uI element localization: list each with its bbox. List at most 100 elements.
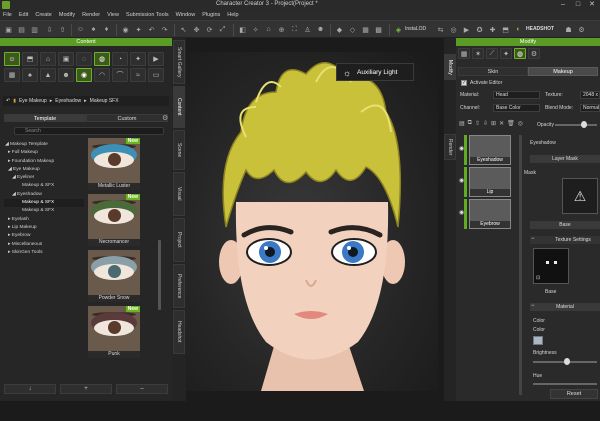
grid-icon[interactable]: ▦ [360,24,371,35]
layer-lock-icon[interactable]: ◎ [518,120,523,130]
clothing-icon[interactable]: ♦ [101,24,112,35]
category-eyelash-icon[interactable]: ≈ [130,68,146,82]
tab-makeup[interactable]: Makeup [528,67,598,76]
layer-eyebrow[interactable]: Eyebrow [469,199,511,229]
menu-edit[interactable]: Edit [19,12,28,18]
side-tab-modify[interactable]: Modify [444,54,456,80]
physics-icon[interactable]: ⚙ [528,48,540,59]
category-motion-icon[interactable]: ▶ [148,52,164,66]
menu-create[interactable]: Create [35,12,52,18]
category-misc-icon[interactable]: ▭ [148,68,164,82]
material-icon[interactable]: ◍ [514,48,526,59]
menu-file[interactable]: File [3,12,12,18]
attributes-icon[interactable]: ▦ [458,48,470,59]
layer-down-icon[interactable]: ⇩ [483,120,488,130]
light-icon[interactable]: ✧ [250,24,261,35]
morph-icon[interactable]: ◉ [120,24,131,35]
category-scene-icon[interactable]: ⬒ [22,52,38,66]
category-hair-icon[interactable]: ♠ [22,68,38,82]
undo-icon[interactable]: ↶ [146,24,157,35]
save-icon[interactable]: ▥ [29,24,40,35]
thumbnail-punk[interactable]: New Punk [88,306,140,358]
tree-item[interactable]: ◢ Makeup Template [4,141,84,149]
modify-scrollbar[interactable] [519,135,522,395]
tree-item[interactable]: ▸ Eyelash [4,216,84,224]
layer-mask-header[interactable]: Layer Mask [530,155,600,163]
tree-item[interactable]: ◢ Eyeliner [4,174,84,182]
category-grid-icon[interactable]: ▦ [4,68,20,82]
animation-icon[interactable]: ▶ [461,24,472,35]
tree-item-selected[interactable]: Makeup & SFX [4,199,84,208]
thumbnail-necromancer[interactable]: New Necromancer [88,194,140,246]
iclone-icon[interactable]: ✪ [474,24,485,35]
base-texture-slot[interactable]: ⊡ [533,248,569,284]
side-tab-smart-gallery[interactable]: Smart Gallery [173,40,185,84]
category-template-icon[interactable]: ▣ [58,52,74,66]
tab-template[interactable]: Template [4,114,86,122]
thumbnail-metallic-luster[interactable]: New Metallic Luster [88,138,140,190]
category-shoes-icon[interactable]: ▲ [40,68,56,82]
tree-item[interactable]: Makeup & SFX [4,207,84,215]
side-tab-headshot[interactable]: Headshot [173,310,185,354]
body-icon[interactable]: ♙ [302,24,313,35]
tree-item[interactable]: Makeup & SFX [4,182,84,190]
breadcrumb-back-icon[interactable]: ↶ [6,98,10,104]
scale-icon[interactable]: ⤢ [217,24,228,35]
rotate-icon[interactable]: ⟳ [204,24,215,35]
panel-settings-icon[interactable]: ⚙ [162,114,170,122]
category-makeup-icon[interactable]: ◍ [94,52,110,66]
category-lip-icon[interactable]: ◠ [94,68,110,82]
headshot-label[interactable]: HEADSHOT [526,26,554,32]
minimize-button[interactable]: – [556,0,570,10]
collapse-icon[interactable]: − [531,236,535,242]
breadcrumb-item-eye-makeup[interactable]: Eye Makeup [19,98,47,104]
menu-window[interactable]: Window [176,12,196,18]
thumbnail-scrollbar[interactable] [158,240,161,310]
3d-viewport[interactable] [186,52,438,391]
color-swatch[interactable] [533,336,543,345]
category-pose-icon[interactable]: ✦ [130,52,146,66]
tree-item[interactable]: ▸ Full Makeup [4,149,84,157]
face-icon[interactable]: ☻ [315,24,326,35]
menu-help[interactable]: Help [227,12,238,18]
menu-submission-tools[interactable]: Submission Tools [126,12,169,18]
home-icon[interactable]: ⌂ [263,24,274,35]
motion-icon[interactable]: ✶ [472,48,484,59]
breadcrumb-item-makeup-sfx[interactable]: Makeup SFX [90,98,119,104]
category-eye-makeup-icon[interactable]: ◉ [76,68,92,82]
base-header[interactable]: Base [530,221,600,229]
camera-icon[interactable]: ◧ [237,24,248,35]
move-icon[interactable]: ✥ [191,24,202,35]
layer-visible-icon[interactable]: ◉ [459,209,464,216]
tab-custom[interactable]: Custom [86,114,168,122]
layer-clear-icon[interactable]: ✕ [499,120,504,130]
morph-slider-icon[interactable]: ⟋ [486,48,498,59]
import-icon[interactable]: ⇩ [44,24,55,35]
select-icon[interactable]: ↖ [178,24,189,35]
wire-icon[interactable]: ▩ [373,24,384,35]
layer-lip[interactable]: Lip [469,167,511,197]
remove-button[interactable]: – [116,384,168,394]
pose-edit-icon[interactable]: ✦ [500,48,512,59]
layer-copy-icon[interactable]: ⧉ [468,120,472,130]
texture-select[interactable]: 2048 x [580,91,600,99]
material-select[interactable]: Head [493,91,540,99]
category-skin-icon[interactable]: ◌ [76,52,92,66]
side-tab-scene[interactable]: Scene [173,130,185,170]
layer-add-icon[interactable]: ▤ [459,120,465,130]
instalod-label[interactable]: InstaLOD [405,26,426,32]
opacity-slider-handle[interactable] [581,121,587,128]
brightness-slider-handle[interactable] [564,358,570,365]
tree-item[interactable]: ▸ Foundation Makeup [4,158,84,166]
channel-select[interactable]: Base Color [493,104,540,112]
instalod-icon[interactable]: ◈ [393,24,404,35]
scene-icon[interactable]: ◎ [448,24,459,35]
download-button[interactable]: ↓ [4,384,56,394]
opacity-slider[interactable] [555,124,597,126]
activate-editor-checkbox[interactable]: ✓ [461,80,467,86]
zoom-icon[interactable]: ⊕ [276,24,287,35]
tree-item[interactable]: ▸ Miscellaneous [4,241,84,249]
reset-button[interactable]: Reset [550,389,598,399]
tree-item[interactable]: ◢ Eyeshadow [4,191,84,199]
character-icon[interactable]: ☺ [75,24,86,35]
